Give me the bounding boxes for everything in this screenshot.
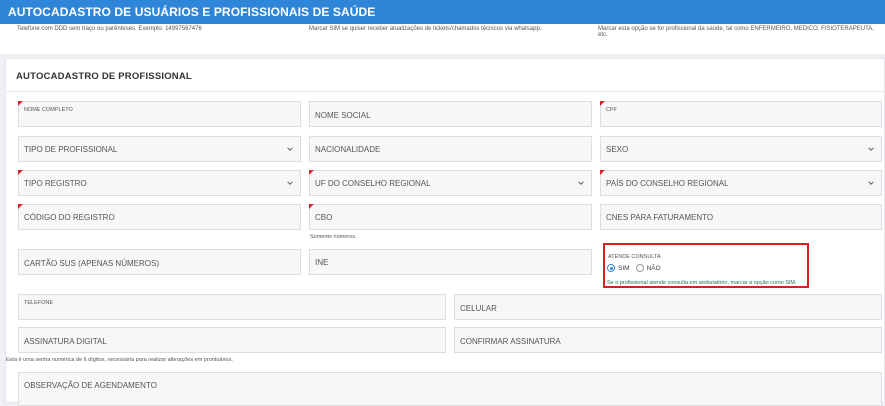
- tipo-profissional-select[interactable]: TIPO DE PROFISSIONAL: [18, 136, 301, 162]
- uf-conselho-label: UF DO CONSELHO REGIONAL: [315, 178, 431, 188]
- atende-consulta-label: ATENDE CONSULTA: [608, 254, 661, 260]
- radio-nao-label[interactable]: NÃO: [647, 265, 661, 272]
- tipo-registro-label: TIPO REGISTRO: [24, 178, 87, 188]
- atende-consulta-help: Se o profissional atende consulta em amb…: [607, 280, 797, 286]
- whatsapp-hint: Marcar SIM se quiser receber atualizaçõe…: [309, 26, 542, 32]
- section-divider: [6, 91, 885, 92]
- nome-completo-input[interactable]: NOME COMPLETO: [18, 101, 301, 127]
- observacao-textarea[interactable]: OBSERVAÇÃO DE AGENDAMENTO: [18, 372, 882, 406]
- profissional-hint: Marcar esta opção se for profissional da…: [598, 26, 874, 38]
- chevron-down-icon: [287, 147, 293, 151]
- nacionalidade-input[interactable]: NACIONALIDADE: [309, 136, 592, 162]
- cnes-label: CNES PARA FATURAMENTO: [606, 212, 714, 222]
- codigo-registro-input[interactable]: CÓDIGO DO REGISTRO: [18, 204, 301, 230]
- pais-conselho-select[interactable]: PAÍS DO CONSELHO REGIONAL: [600, 170, 882, 196]
- assinatura-input[interactable]: ASSINATURA DIGITAL: [18, 327, 446, 353]
- sexo-label: SEXO: [606, 144, 629, 154]
- ine-input[interactable]: INE: [309, 249, 592, 275]
- pais-conselho-label: PAÍS DO CONSELHO REGIONAL: [606, 178, 729, 188]
- cartao-sus-label: CARTÃO SUS (APENAS NÚMEROS): [24, 258, 159, 268]
- chevron-down-icon: [578, 181, 584, 185]
- radio-sim[interactable]: [607, 264, 615, 272]
- cartao-sus-input[interactable]: CARTÃO SUS (APENAS NÚMEROS): [18, 249, 301, 275]
- chevron-down-icon: [287, 181, 293, 185]
- tipo-registro-select[interactable]: TIPO REGISTRO: [18, 170, 301, 196]
- assinatura-label: ASSINATURA DIGITAL: [24, 336, 107, 346]
- nome-social-input[interactable]: NOME SOCIAL: [309, 101, 592, 127]
- cbo-label: CBO: [315, 212, 333, 222]
- codigo-registro-label: CÓDIGO DO REGISTRO: [24, 212, 115, 222]
- cpf-input[interactable]: CPF: [600, 101, 882, 127]
- radio-nao[interactable]: [635, 264, 644, 272]
- nome-completo-label: NOME COMPLETO: [24, 107, 73, 113]
- telefone-input[interactable]: TELEFONE: [18, 294, 446, 320]
- nacionalidade-label: NACIONALIDADE: [315, 144, 381, 154]
- cbo-input[interactable]: CBO: [309, 204, 592, 230]
- nome-social-label: NOME SOCIAL: [315, 110, 371, 120]
- ine-label: INE: [315, 257, 329, 267]
- telefone-label: TELEFONE: [24, 300, 54, 306]
- page-header: AUTOCADASTRO DE USUÁRIOS E PROFISSIONAIS…: [0, 0, 885, 24]
- chevron-down-icon: [868, 147, 874, 151]
- chevron-down-icon: [868, 181, 874, 185]
- confirmar-assinatura-label: CONFIRMAR ASSINATURA: [460, 336, 561, 346]
- sexo-select[interactable]: SEXO: [600, 136, 882, 162]
- profissional-panel: AUTOCADASTRO DE PROFISSIONAL NOME COMPLE…: [5, 58, 885, 406]
- cbo-help: Somente números.: [310, 234, 357, 240]
- section-title: AUTOCADASTRO DE PROFISSIONAL: [16, 71, 192, 82]
- observacao-label: OBSERVAÇÃO DE AGENDAMENTO: [24, 381, 157, 390]
- atende-consulta-options: SIM NÃO: [607, 264, 667, 272]
- hints-row: Telefone com DDD sem traço ou parênteses…: [0, 24, 885, 54]
- phone-hint: Telefone com DDD sem traço ou parênteses…: [17, 26, 202, 32]
- atende-consulta-group: ATENDE CONSULTA SIM NÃO Se o profissiona…: [603, 243, 809, 288]
- tipo-profissional-label: TIPO DE PROFISSIONAL: [24, 144, 118, 154]
- radio-sim-label[interactable]: SIM: [618, 265, 630, 272]
- celular-input[interactable]: CELULAR: [454, 294, 882, 320]
- cpf-label: CPF: [606, 107, 617, 113]
- cnes-input[interactable]: CNES PARA FATURAMENTO: [600, 204, 882, 230]
- assinatura-help: Esta é uma senha numérica de 6 dígitos, …: [6, 357, 233, 363]
- celular-label: CELULAR: [460, 303, 497, 313]
- uf-conselho-select[interactable]: UF DO CONSELHO REGIONAL: [309, 170, 592, 196]
- confirmar-assinatura-input[interactable]: CONFIRMAR ASSINATURA: [454, 327, 882, 353]
